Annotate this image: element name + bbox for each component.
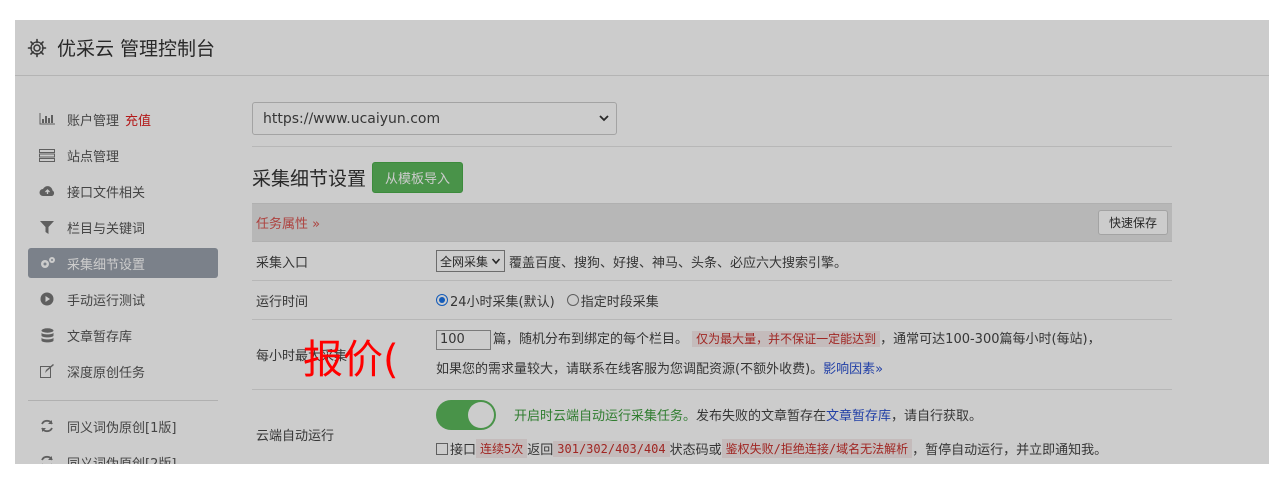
radio-scheduled-label: 指定时段采集	[580, 294, 659, 310]
divider	[252, 146, 1172, 147]
article-store-link[interactable]: 文章暂存库	[826, 405, 891, 424]
row-label: 云端自动运行	[256, 429, 335, 444]
code-auth: 鉴权失败/拒绝连接/域名无法解析	[721, 439, 913, 458]
sidebar-item-label: 手动运行测试	[67, 293, 146, 309]
tail-text: ，暂停自动运行，并立即通知我。	[912, 443, 1108, 458]
chevron-down-icon	[599, 115, 609, 122]
site-select-value: https://www.ucaiyun.com	[263, 110, 441, 127]
bar-chart-icon	[38, 112, 56, 126]
mid-text1: 返回	[527, 443, 554, 458]
sidebar-item-label: 同义词伪原创[1版]	[67, 420, 177, 436]
sidebar-item-interface[interactable]: 接口文件相关	[28, 176, 218, 206]
console-panel: 优采云 管理控制台 账户管理 充值 站点管理 接口文件相关 栏目与关键词 采集细…	[15, 20, 1269, 464]
cloud-desc2: ，请自行获取。	[891, 409, 983, 424]
cogs-icon	[38, 256, 56, 270]
refresh-icon	[38, 419, 56, 433]
site-select[interactable]: https://www.ucaiyun.com	[252, 102, 617, 135]
chevron-down-icon	[491, 258, 501, 265]
sidebar: 账户管理 充值 站点管理 接口文件相关 栏目与关键词 采集细节设置 手动运行测试…	[28, 96, 218, 464]
hourly-text2: ，通常可达100-300篇每小时(每站)，	[880, 332, 1101, 347]
entry-select-value: 全网采集	[440, 254, 489, 269]
sidebar-item-label: 账户管理	[67, 113, 120, 129]
radio-scheduled[interactable]	[566, 294, 579, 306]
hourly-warning: 仅为最大量，并不保证一定能达到	[692, 331, 881, 347]
section-header: 采集细节设置 从模板导入	[252, 161, 1172, 193]
cloud-upload-icon	[38, 184, 56, 198]
sidebar-item-label: 接口文件相关	[67, 185, 146, 201]
code-consecutive: 连续5次	[476, 439, 528, 458]
row-label: 采集入口	[256, 255, 309, 271]
table-row: 采集入口 全网采集 覆盖百度、搜狗、好搜、神马、头条、必应六大搜索引擎。	[252, 242, 1172, 281]
sidebar-item-label: 文章暂存库	[67, 329, 133, 345]
sidebar-item-label: 深度原创任务	[67, 365, 146, 381]
sidebar-item-synonym-v2[interactable]: 同义词伪原创[2版]	[28, 447, 218, 464]
hourly-max-input[interactable]: 100	[436, 330, 491, 350]
refresh-icon	[38, 455, 56, 464]
row-label: 运行时间	[256, 294, 309, 310]
pause-checkbox[interactable]	[436, 442, 448, 455]
console-header: 优采云 管理控制台	[15, 20, 1269, 76]
table-row: 云端自动运行 开启时云端自动运行采集任务。 发布失败的文章暂存在 文章暂存库 ，请自行…	[252, 390, 1172, 464]
sidebar-item-label: 栏目与关键词	[67, 221, 146, 237]
sidebar-item-account[interactable]: 账户管理 充值	[28, 104, 218, 134]
factors-link[interactable]: 影响因素»	[823, 362, 883, 377]
settings-table: 任务属性 » 快速保存 采集入口 全网采集 覆盖百度、搜狗、好搜、神马、头条、必…	[252, 203, 1172, 464]
section-title: 采集细节设置	[252, 167, 367, 190]
quick-save-button[interactable]: 快速保存	[1097, 210, 1168, 235]
browser-frame: 优采云 管理控制台 账户管理 充值 站点管理 接口文件相关 栏目与关键词 采集细…	[0, 0, 1282, 484]
cloud-on-text: 开启时云端自动运行采集任务。	[514, 409, 697, 424]
sidebar-item-synonym-v1[interactable]: 同义词伪原创[1版]	[28, 411, 218, 441]
database-icon	[38, 327, 56, 342]
hourly-text3: 如果您的需求量较大，请联系在线客服为您调配资源(不额外收费)。	[436, 362, 824, 377]
sidebar-item-columns[interactable]: 栏目与关键词	[28, 212, 218, 242]
sidebar-item-manual-run[interactable]: 手动运行测试	[28, 284, 218, 314]
radio-24h-label: 24小时采集(默认)	[450, 294, 555, 310]
import-template-button[interactable]: 从模板导入	[372, 161, 464, 193]
table-row: 运行时间 24小时采集(默认) 指定时段采集	[252, 281, 1172, 320]
main-content: https://www.ucaiyun.com 采集细节设置 从模板导入 任务属…	[252, 102, 1172, 464]
server-icon	[38, 148, 56, 162]
chk-label: 接口	[450, 443, 477, 458]
cloud-run-toggle[interactable]	[436, 399, 496, 430]
entry-select[interactable]: 全网采集	[436, 250, 506, 272]
entry-desc: 覆盖百度、搜狗、好搜、神马、头条、必应六大搜索引擎。	[509, 255, 848, 271]
radio-24h[interactable]	[436, 294, 448, 306]
sidebar-item-label: 同义词伪原创[2版]	[67, 456, 177, 465]
sidebar-item-sites[interactable]: 站点管理	[28, 140, 218, 170]
scrollbar[interactable]	[1269, 20, 1278, 464]
sidebar-item-article-store[interactable]: 文章暂存库	[28, 320, 218, 350]
watermark-text: 报价(	[303, 337, 399, 383]
play-circle-icon	[38, 292, 56, 306]
edit-icon	[38, 364, 56, 378]
sidebar-item-collect-settings[interactable]: 采集细节设置	[28, 248, 218, 278]
sidebar-item-deep-original[interactable]: 深度原创任务	[28, 356, 218, 386]
code-status: 301/302/403/404	[553, 440, 670, 457]
cloud-desc1: 发布失败的文章暂存在	[696, 409, 827, 424]
recharge-link[interactable]: 充值	[125, 110, 151, 129]
gear-icon	[27, 38, 47, 57]
sidebar-item-label: 站点管理	[67, 149, 120, 165]
task-attr-header: 任务属性 » 快速保存	[252, 203, 1172, 242]
filter-icon	[38, 220, 56, 234]
sidebar-divider	[28, 400, 218, 401]
page-title: 优采云 管理控制台	[57, 38, 216, 60]
hourly-text1: 篇，随机分布到绑定的每个栏目。	[493, 332, 689, 347]
mid-text2: 状态码或	[669, 443, 722, 458]
sidebar-item-label: 采集细节设置	[67, 257, 146, 273]
task-attr-toggle[interactable]: 任务属性 »	[256, 213, 320, 232]
